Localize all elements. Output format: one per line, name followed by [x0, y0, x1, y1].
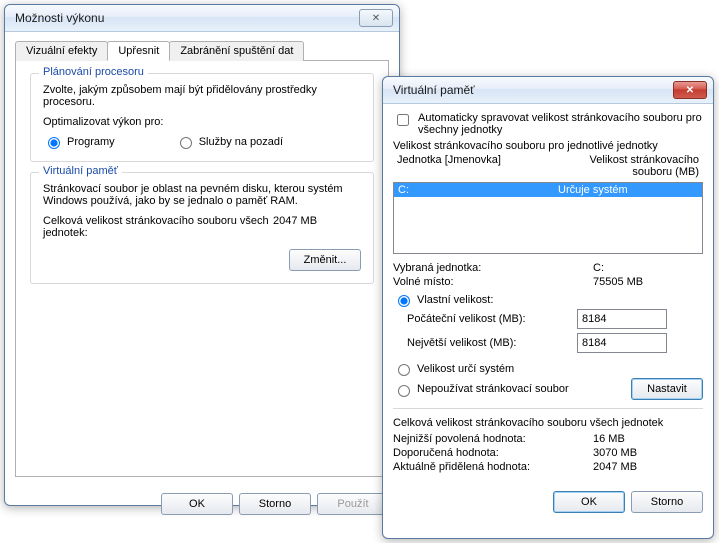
initial-size-input[interactable] — [577, 309, 667, 329]
radio-background-label: Služby na pozadí — [199, 136, 283, 148]
dialog-button-row: OK Storno — [383, 483, 713, 523]
dialog-titlebar: Virtuální paměť ✕ — [383, 77, 713, 104]
cancel-button[interactable]: Storno — [239, 493, 311, 515]
radio-background[interactable]: Služby na pozadí — [175, 134, 283, 149]
apply-button[interactable]: Použít — [317, 493, 389, 515]
drive-name: C: — [398, 184, 558, 196]
totals-caption: Celková velikost stránkovacího souboru v… — [393, 417, 703, 429]
radio-programs-label: Programy — [67, 136, 115, 148]
radio-custom-size-label: Vlastní velikost: — [417, 294, 493, 306]
group-title: Plánování procesoru — [39, 66, 148, 78]
drive-header-size: Velikost stránkovacího souboru (MB) — [557, 154, 699, 178]
radio-programs[interactable]: Programy — [43, 134, 115, 149]
dialog-body: Vizuální efekty Upřesnit Zabránění spušt… — [5, 32, 399, 485]
close-icon: ✕ — [686, 85, 694, 96]
radio-system-managed-input[interactable] — [398, 364, 410, 376]
drive-list[interactable]: C: Určuje systém — [393, 182, 703, 254]
ok-button[interactable]: OK — [553, 491, 625, 513]
radio-no-paging[interactable]: Nepoužívat stránkovací soubor — [393, 382, 569, 397]
optimize-radio-row: Programy Služby na pozadí — [43, 134, 361, 149]
vm-desc: Stránkovací soubor je oblast na pevném d… — [43, 183, 361, 207]
vm-change-row: Změnit... — [43, 249, 361, 271]
min-label: Nejnižší povolená hodnota: — [393, 433, 593, 445]
max-size-input[interactable] — [577, 333, 667, 353]
auto-manage-label: Automaticky spravovat velikost stránkova… — [418, 112, 703, 136]
close-button[interactable]: ✕ — [673, 81, 707, 99]
rec-label: Doporučená hodnota: — [393, 447, 593, 459]
vm-total-value: 2047 MB — [273, 215, 317, 239]
tab-advanced[interactable]: Upřesnit — [107, 41, 170, 61]
tab-visual-effects[interactable]: Vizuální efekty — [15, 41, 108, 61]
cancel-button[interactable]: Storno — [631, 491, 703, 513]
radio-background-input[interactable] — [180, 137, 192, 149]
radio-custom-size-input[interactable] — [398, 295, 410, 307]
close-button[interactable]: ✕ — [359, 9, 393, 27]
radio-programs-input[interactable] — [48, 137, 60, 149]
ok-button[interactable]: OK — [161, 493, 233, 515]
virtual-memory-group: Virtuální paměť Stránkovací soubor je ob… — [30, 172, 374, 284]
radio-no-paging-label: Nepoužívat stránkovací soubor — [417, 383, 569, 395]
virtual-memory-dialog: Virtuální paměť ✕ Automaticky spravovat … — [382, 76, 714, 539]
change-button[interactable]: Změnit... — [289, 249, 361, 271]
tab-dep[interactable]: Zabránění spuštění dat — [169, 41, 304, 61]
scheduling-desc: Zvolte, jakým způsobem mají být přidělov… — [43, 84, 361, 108]
vm-total-row: Celková velikost stránkovacího souboru v… — [43, 215, 361, 239]
close-icon: ✕ — [372, 13, 380, 24]
drive-header-name: Jednotka [Jmenovka] — [397, 154, 557, 178]
min-value: 16 MB — [593, 433, 625, 445]
processor-scheduling-group: Plánování procesoru Zvolte, jakým způsob… — [30, 73, 374, 162]
rec-value: 3070 MB — [593, 447, 637, 459]
radio-system-managed[interactable]: Velikost určí systém — [393, 361, 703, 376]
dialog-title-text: Možnosti výkonu — [15, 11, 104, 25]
tab-panel-advanced: Plánování procesoru Zvolte, jakým způsob… — [15, 61, 389, 477]
set-button[interactable]: Nastavit — [631, 378, 703, 400]
selected-drive-label: Vybraná jednotka: — [393, 262, 593, 274]
selected-drive-value: C: — [593, 262, 604, 274]
tab-strip: Vizuální efekty Upřesnit Zabránění spušt… — [15, 40, 389, 61]
cur-label: Aktuálně přidělená hodnota: — [393, 461, 593, 473]
radio-custom-size[interactable]: Vlastní velikost: — [393, 292, 703, 307]
group-title: Virtuální paměť — [39, 165, 122, 177]
drive-row[interactable]: C: Určuje systém — [394, 183, 702, 197]
vm-total-label: Celková velikost stránkovacího souboru v… — [43, 215, 273, 239]
performance-options-dialog: Možnosti výkonu ✕ Vizuální efekty Upřesn… — [4, 4, 400, 506]
auto-manage-checkbox-row[interactable]: Automaticky spravovat velikost stránkova… — [393, 112, 703, 136]
optimize-label: Optimalizovat výkon pro: — [43, 116, 361, 128]
cur-value: 2047 MB — [593, 461, 637, 473]
initial-size-label: Počáteční velikost (MB): — [407, 313, 577, 325]
auto-manage-checkbox[interactable] — [397, 114, 409, 126]
free-space-label: Volné místo: — [393, 276, 593, 288]
dialog-titlebar: Možnosti výkonu ✕ — [5, 5, 399, 32]
drive-list-header: Jednotka [Jmenovka] Velikost stránkovací… — [393, 152, 703, 180]
radio-system-managed-label: Velikost určí systém — [417, 363, 514, 375]
drive-list-caption: Velikost stránkovacího souboru pro jedno… — [393, 140, 703, 152]
free-space-value: 75505 MB — [593, 276, 643, 288]
dialog-title-text: Virtuální paměť — [393, 83, 475, 97]
divider — [393, 408, 703, 409]
selected-drive-section: Vybraná jednotka: C: Volné místo: 75505 … — [393, 262, 703, 400]
radio-no-paging-input[interactable] — [398, 385, 410, 397]
dialog-body: Automaticky spravovat velikost stránkova… — [383, 104, 713, 483]
dialog-button-row: OK Storno Použít — [5, 485, 399, 525]
max-size-label: Největší velikost (MB): — [407, 337, 577, 349]
drive-value: Určuje systém — [558, 184, 698, 196]
